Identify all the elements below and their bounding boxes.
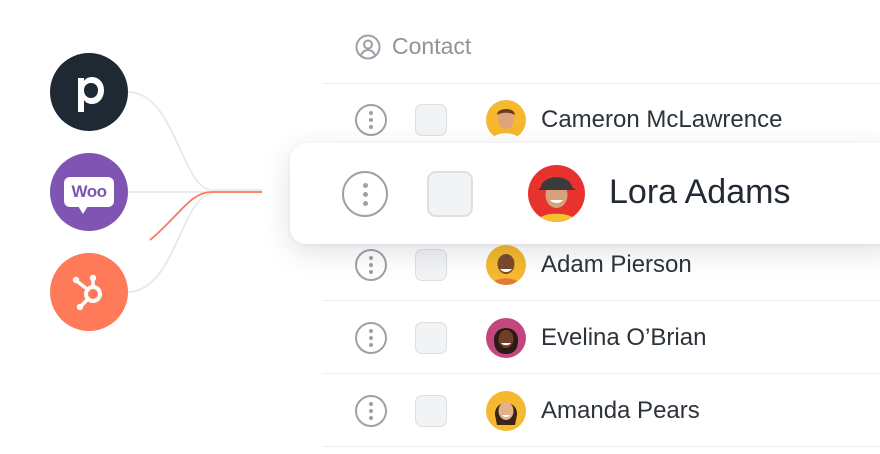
avatar	[486, 244, 526, 285]
contact-name[interactable]: Evelina O’Brian	[541, 324, 706, 352]
woocommerce-logo: Woo	[50, 153, 128, 231]
more-options-button[interactable]	[355, 103, 387, 136]
connector-line-active	[149, 191, 262, 241]
connector-line-hubspot	[127, 193, 213, 293]
highlighted-contact-row[interactable]: Lora Adams	[290, 143, 880, 244]
woo-badge: Woo	[64, 177, 114, 214]
user-circle-icon	[355, 34, 381, 59]
avatar	[528, 165, 585, 222]
more-options-button[interactable]	[355, 248, 387, 281]
avatar	[486, 99, 526, 140]
row-checkbox[interactable]	[415, 248, 447, 281]
contact-name[interactable]: Cameron McLawrence	[541, 106, 782, 134]
contact-name[interactable]: Lora Adams	[609, 173, 790, 212]
column-header-contact[interactable]: Contact	[392, 33, 471, 60]
more-options-button[interactable]	[355, 321, 387, 354]
table-row[interactable]: Amanda Pears	[322, 375, 880, 447]
connector-line-pipedrive	[127, 91, 262, 191]
row-checkbox[interactable]	[427, 171, 473, 217]
table-header: Contact	[322, 10, 880, 84]
more-options-button[interactable]	[355, 394, 387, 427]
avatar	[486, 390, 526, 431]
hubspot-logo	[50, 253, 128, 331]
contact-name[interactable]: Adam Pierson	[541, 251, 692, 279]
more-options-button[interactable]	[342, 171, 388, 217]
contact-name[interactable]: Amanda Pears	[541, 397, 700, 425]
row-checkbox[interactable]	[415, 394, 447, 427]
avatar	[486, 317, 526, 358]
pipedrive-p-icon	[78, 77, 104, 112]
row-checkbox[interactable]	[415, 321, 447, 354]
hubspot-sprocket-icon	[72, 274, 102, 311]
pipedrive-logo	[50, 53, 128, 131]
row-checkbox[interactable]	[415, 103, 447, 136]
table-row[interactable]: Evelina O’Brian	[322, 302, 880, 374]
